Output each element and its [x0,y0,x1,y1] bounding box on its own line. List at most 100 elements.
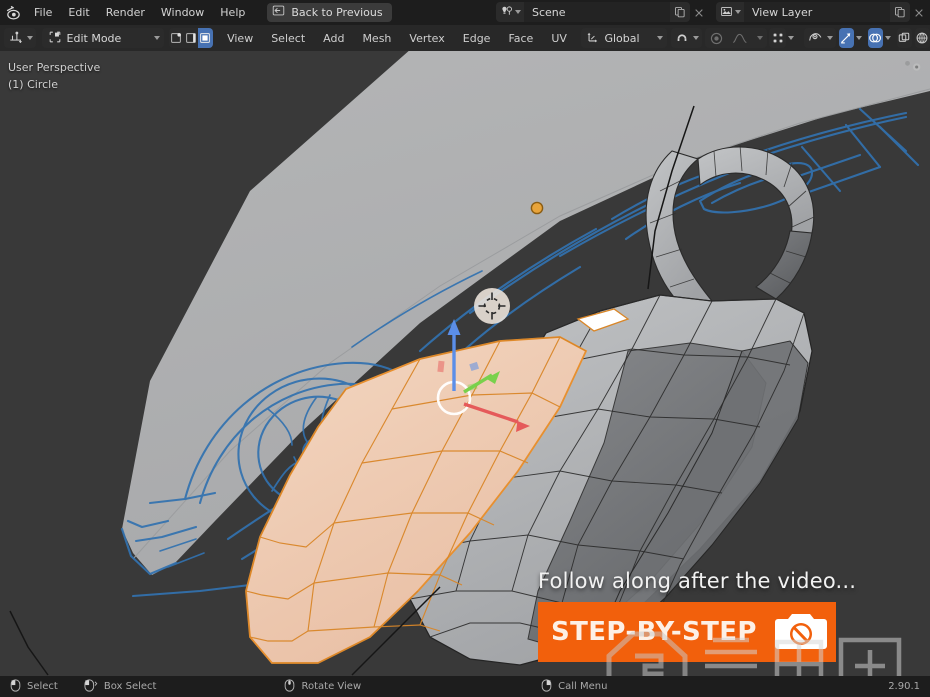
menu-edge[interactable]: Edge [454,28,500,48]
menu-add[interactable]: Add [314,28,353,48]
scene-icon-button[interactable] [496,2,524,22]
new-scene-button[interactable] [670,2,690,22]
overlay-banner-title: Follow along after the video... [538,569,857,593]
view-layer-name-field[interactable]: View Layer [744,2,890,22]
topbar-right-group: Scene View Layer [496,2,928,22]
magnet-icon [675,30,689,47]
scene-selector[interactable]: Scene [496,2,708,22]
face-select-mode-button[interactable] [198,28,213,48]
back-to-previous-button[interactable]: Back to Previous [267,2,392,22]
menu-select[interactable]: Select [262,28,314,48]
menu-window[interactable]: Window [153,3,212,21]
mouse-left-drag-icon [84,678,98,695]
3d-cursor-icon [474,288,510,324]
visibility-dropdown[interactable] [803,28,836,48]
remove-scene-button[interactable] [690,2,708,22]
shading-mode-button[interactable] [914,28,930,48]
status-hint-rotate-view: Rotate View [284,678,362,695]
proportional-edit-toggle[interactable] [705,28,727,48]
mouse-right-icon [541,678,552,695]
step-by-step-badge: STEP-BY-STEP [538,602,836,662]
scene-name-value: Scene [532,5,566,19]
visibility-chevron-down-icon [826,36,833,40]
snapping-toggle[interactable] [670,28,702,48]
nav-gizmo-icon[interactable] [902,56,924,78]
new-view-layer-button[interactable] [890,2,910,22]
viewport-info-perspective: User Perspective [8,61,101,74]
snapping-chevron-down-icon [692,36,699,40]
editor-type-chevron-down-icon [27,36,33,40]
object-origin-marker [530,201,544,215]
status-hint-rotate-view-label: Rotate View [301,681,362,692]
status-hint-select-label: Select [27,681,58,692]
remove-view-layer-button[interactable] [910,2,928,22]
xray-toggle[interactable] [896,28,912,48]
duplicate-icon [674,3,686,22]
menu-edit-label: Edit [68,5,90,19]
overlays-chevron-down-icon[interactable] [883,28,893,48]
mesh-select-mode-group [169,28,213,48]
menu-help[interactable]: Help [212,3,253,21]
menu-vertex[interactable]: Vertex [400,28,453,48]
mouse-middle-icon [284,678,295,695]
mesh-pillar-loop [645,144,815,314]
mouse-left-icon [10,678,21,695]
orientation-chevron-down-icon [657,36,664,40]
view-layer-selector[interactable]: View Layer [716,2,928,22]
menu-edit[interactable]: Edit [60,3,97,21]
falloff-chevron-down-icon[interactable] [753,28,767,48]
overlay-banner: Follow along after the video... STEP-BY-… [538,569,858,662]
menu-add-label: Add [323,31,345,45]
menu-mesh-label: Mesh [362,31,392,45]
scene-chevron-down-icon [515,10,521,14]
edit-mode-icon [48,29,62,48]
blender-logo-icon[interactable] [0,0,26,24]
menu-face-label: Face [508,31,534,45]
edge-select-mode-button[interactable] [184,28,199,48]
menu-uv[interactable]: UV [542,28,576,48]
menu-select-label: Select [271,31,306,45]
status-hint-call-menu-label: Call Menu [558,681,608,692]
menu-mesh[interactable]: Mesh [353,28,400,48]
menu-view[interactable]: View [218,28,262,48]
scene-icon [500,3,513,22]
overlays-toggle[interactable] [867,28,883,48]
status-hint-box-select: Box Select [84,678,157,695]
eye-dropdown-icon [808,30,823,47]
view-layer-icon [720,3,733,22]
back-arrow-icon [272,4,285,20]
menu-uv-label: UV [551,31,567,45]
top-bar: File Edit Render Window Help Back to Pre… [0,0,930,24]
interaction-mode-label: Edit Mode [66,31,122,45]
mesh-options-chevron-down-icon[interactable] [786,28,796,48]
menu-face[interactable]: Face [499,28,542,48]
view-layer-icon-button[interactable] [716,2,744,22]
menu-file-label: File [34,5,53,19]
interaction-mode-dropdown[interactable]: Edit Mode [41,28,164,48]
viewport-info-object: (1) Circle [8,78,58,91]
menu-render[interactable]: Render [98,3,153,21]
mode-chevron-down-icon [153,36,160,40]
orientation-icon [586,30,600,47]
vertex-select-mode-button[interactable] [169,28,184,48]
editor-type-button[interactable] [4,28,36,48]
transform-orientation-label: Global [604,31,640,45]
view-layer-chevron-down-icon [735,10,741,14]
status-hint-select: Select [10,678,58,695]
scene-name-field[interactable]: Scene [524,2,670,22]
duplicate-icon [894,3,906,22]
view-layer-name-value: View Layer [752,5,813,19]
blender-window: File Edit Render Window Help Back to Pre… [0,0,930,697]
menu-view-label: View [227,31,254,45]
gizmo-toggle[interactable] [838,28,854,48]
x-icon [694,3,704,22]
menu-render-label: Render [105,5,145,19]
status-hint-box-select-label: Box Select [103,681,157,692]
gizmo-chevron-down-icon[interactable] [854,28,864,48]
proportional-falloff-dropdown[interactable] [727,28,753,48]
mesh-options-dropdown[interactable] [769,28,786,48]
viewport-header: Edit Mode View Select Add Mesh Vertex Ed… [0,25,930,51]
menu-file[interactable]: File [26,3,60,21]
transform-orientation-dropdown[interactable]: Global [581,28,668,48]
3d-viewport[interactable]: User Perspective (1) Circle Follow along… [0,51,930,676]
